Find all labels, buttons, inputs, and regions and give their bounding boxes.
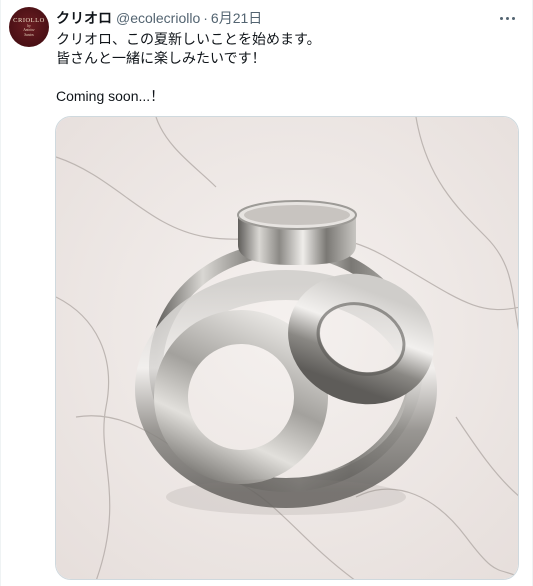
tweet-text: クリオロ、この夏新しいことを始めます。 皆さんと一緒に楽しみたいです！ Comi…	[56, 30, 516, 106]
more-horizontal-icon-dot	[511, 16, 515, 20]
avatar-brand-text: CRIOLLO	[13, 17, 45, 25]
rings-shadow	[166, 479, 406, 515]
pastry-rings-photo	[56, 117, 518, 579]
more-horizontal-icon-dot	[499, 16, 503, 20]
tweet-header: クリオロ @ecolecriollo · 6月21日	[56, 9, 262, 27]
avatar[interactable]: CRIOLLO by Antoine Santos	[9, 7, 49, 47]
tweet-text-blank-line	[56, 68, 516, 87]
tweet-date[interactable]: 6月21日	[211, 9, 262, 27]
separator-dot: ·	[203, 10, 208, 26]
more-horizontal-icon-dot	[505, 16, 509, 20]
user-handle[interactable]: @ecolecriollo	[116, 9, 200, 27]
display-name[interactable]: クリオロ	[56, 9, 112, 27]
tweet-text-line: Coming soon...！	[56, 88, 165, 104]
tweet-card[interactable]: CRIOLLO by Antoine Santos クリオロ @ecolecri…	[0, 0, 533, 586]
tweet-text-line: クリオロ、この夏新しいことを始めます。	[56, 31, 321, 47]
tweet-text-line: 皆さんと一緒に楽しみたいです！	[56, 50, 266, 66]
more-options-button[interactable]	[496, 7, 518, 29]
small-top-ring	[237, 200, 357, 265]
tweet-media-photo[interactable]	[55, 116, 519, 580]
avatar-sub-text-3: Santos	[24, 32, 34, 37]
